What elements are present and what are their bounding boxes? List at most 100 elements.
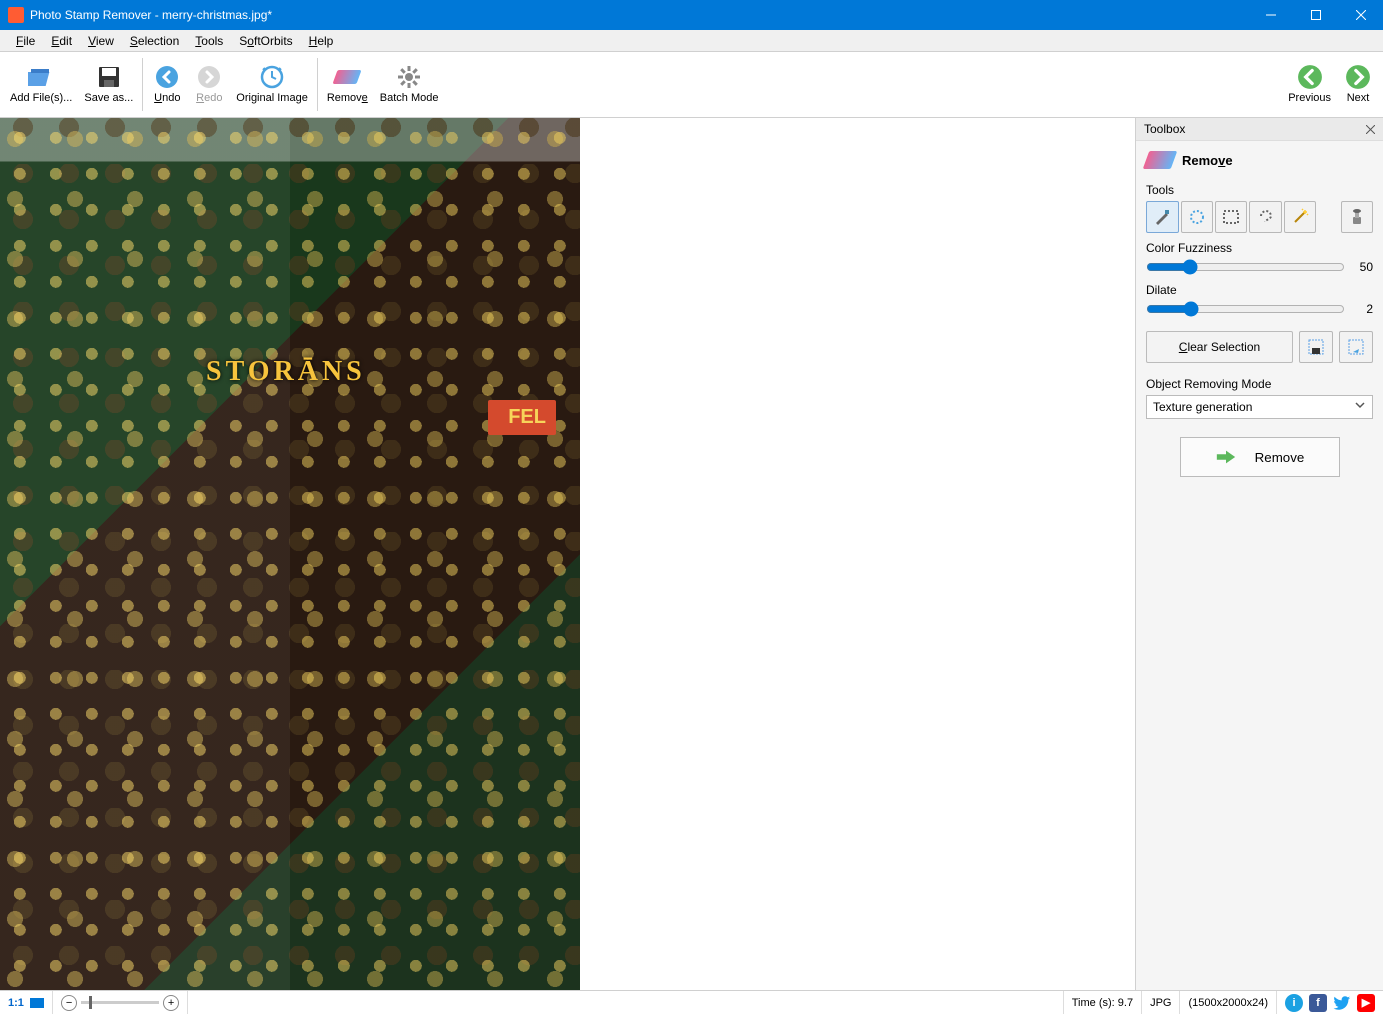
menu-edit[interactable]: Edit: [43, 31, 80, 51]
toolbar-spacer: [445, 54, 1283, 115]
undo-button[interactable]: Undo: [146, 54, 188, 115]
gear-icon: [396, 64, 422, 90]
window-title: Photo Stamp Remover - merry-christmas.jp…: [30, 8, 1248, 22]
clear-selection-button[interactable]: Clear Selection: [1146, 331, 1293, 363]
add-files-button[interactable]: Add File(s)...: [4, 54, 78, 115]
window-controls: [1248, 0, 1383, 30]
previous-label: Previous: [1288, 92, 1331, 105]
save-icon: [96, 64, 122, 90]
batch-mode-label: Batch Mode: [380, 92, 439, 105]
batch-mode-button[interactable]: Batch Mode: [374, 54, 445, 115]
status-dimensions: (1500x2000x24): [1179, 991, 1276, 1014]
original-image-button[interactable]: Original Image: [230, 54, 314, 115]
dilate-value: 2: [1353, 302, 1373, 316]
color-fuzziness-slider-row: 50: [1146, 259, 1373, 275]
zoom-slider[interactable]: [81, 1001, 159, 1004]
undo-label: Undo: [154, 92, 180, 105]
clock-icon: [259, 64, 285, 90]
status-format: JPG: [1141, 991, 1179, 1014]
toolbox-body: Remove Tools Color Fuzziness 50 Dilate 2: [1136, 141, 1383, 505]
photo-sign-text: STORĀNS: [206, 356, 366, 388]
toolbar-separator: [317, 58, 318, 111]
close-button[interactable]: [1338, 0, 1383, 30]
freeform-select-tool[interactable]: [1181, 201, 1213, 233]
tools-row: [1146, 201, 1373, 233]
menu-file[interactable]: File: [8, 31, 43, 51]
remove-button[interactable]: Remove: [1180, 437, 1340, 477]
tools-label: Tools: [1146, 183, 1373, 197]
statusbar: 1:1 − + Time (s): 9.7 JPG (1500x2000x24)…: [0, 990, 1383, 1014]
status-spacer: [187, 991, 1063, 1014]
toolbox-close-icon[interactable]: [1366, 125, 1375, 134]
arrow-right-icon: [1215, 448, 1237, 466]
info-icon[interactable]: i: [1285, 994, 1303, 1012]
save-as-button[interactable]: Save as...: [78, 54, 139, 115]
zoom-ratio[interactable]: 1:1: [8, 997, 24, 1009]
original-image-label: Original Image: [236, 92, 308, 105]
menu-selection[interactable]: Selection: [122, 31, 187, 51]
toolbox-title: Toolbox: [1144, 122, 1366, 136]
redo-icon: [196, 64, 222, 90]
dilate-slider-row: 2: [1146, 301, 1373, 317]
remove-button-label: Remove: [1255, 450, 1305, 465]
color-fuzziness-value: 50: [1353, 260, 1373, 274]
undo-icon: [154, 64, 180, 90]
maximize-button[interactable]: [1293, 0, 1338, 30]
dilate-slider[interactable]: [1146, 301, 1345, 317]
next-button[interactable]: Next: [1337, 54, 1379, 115]
main-area: STORĀNS FEL Toolbox Remove Tools: [0, 118, 1383, 990]
menu-softorbits[interactable]: SoftOrbits: [231, 31, 300, 51]
fit-to-screen-icon[interactable]: [30, 998, 44, 1008]
menu-view[interactable]: View: [80, 31, 122, 51]
panel-title-label: Remove: [1182, 153, 1233, 168]
toolbar-separator: [142, 58, 143, 111]
lasso-select-tool[interactable]: [1249, 201, 1281, 233]
app-icon: [8, 7, 24, 23]
eraser-icon: [1143, 151, 1178, 169]
panel-title: Remove: [1146, 151, 1373, 169]
dilate-label: Dilate: [1146, 283, 1373, 297]
minimize-button[interactable]: [1248, 0, 1293, 30]
menu-tools[interactable]: Tools: [187, 31, 231, 51]
color-fuzziness-slider[interactable]: [1146, 259, 1345, 275]
magic-wand-tool[interactable]: [1284, 201, 1316, 233]
canvas-area[interactable]: STORĀNS FEL: [0, 118, 1135, 990]
zoom-out-button[interactable]: −: [61, 995, 77, 1011]
image-preview[interactable]: STORĀNS FEL: [0, 118, 580, 990]
photo-fel-sign: FEL: [488, 400, 556, 435]
marker-tool[interactable]: [1146, 201, 1179, 233]
object-removing-mode-select[interactable]: Texture generation: [1146, 395, 1373, 419]
toolbox-header: Toolbox: [1136, 118, 1383, 141]
next-icon: [1345, 64, 1371, 90]
object-removing-mode-wrap: Texture generation: [1146, 395, 1373, 419]
eraser-icon: [334, 64, 360, 90]
previous-button[interactable]: Previous: [1282, 54, 1337, 115]
save-selection-button[interactable]: [1299, 331, 1333, 363]
rect-select-tool[interactable]: [1215, 201, 1247, 233]
menu-help[interactable]: Help: [301, 31, 342, 51]
zoom-control: − +: [52, 991, 187, 1014]
save-as-label: Save as...: [84, 92, 133, 105]
youtube-icon[interactable]: ▶: [1357, 994, 1375, 1012]
color-fuzziness-label: Color Fuzziness: [1146, 241, 1373, 255]
object-removing-mode-label: Object Removing Mode: [1146, 377, 1373, 391]
remove-label: Remove: [327, 92, 368, 105]
clone-stamp-tool[interactable]: [1341, 201, 1373, 233]
facebook-icon[interactable]: f: [1309, 994, 1327, 1012]
toolbox-panel: Toolbox Remove Tools Color Fuzziness: [1135, 118, 1383, 990]
previous-icon: [1297, 64, 1323, 90]
photo-door: [165, 378, 425, 922]
add-files-label: Add File(s)...: [10, 92, 72, 105]
redo-button[interactable]: Redo: [188, 54, 230, 115]
load-selection-button[interactable]: [1339, 331, 1373, 363]
selection-buttons-row: Clear Selection: [1146, 331, 1373, 363]
social-links: i f ▶: [1276, 991, 1383, 1014]
remove-toolbar-button[interactable]: Remove: [321, 54, 374, 115]
redo-label: Redo: [196, 92, 222, 105]
next-label: Next: [1347, 92, 1370, 105]
zoom-ratio-cell: 1:1: [0, 991, 52, 1014]
twitter-icon[interactable]: [1333, 994, 1351, 1012]
zoom-in-button[interactable]: +: [163, 995, 179, 1011]
status-time: Time (s): 9.7: [1063, 991, 1141, 1014]
menubar: File Edit View Selection Tools SoftOrbit…: [0, 30, 1383, 52]
